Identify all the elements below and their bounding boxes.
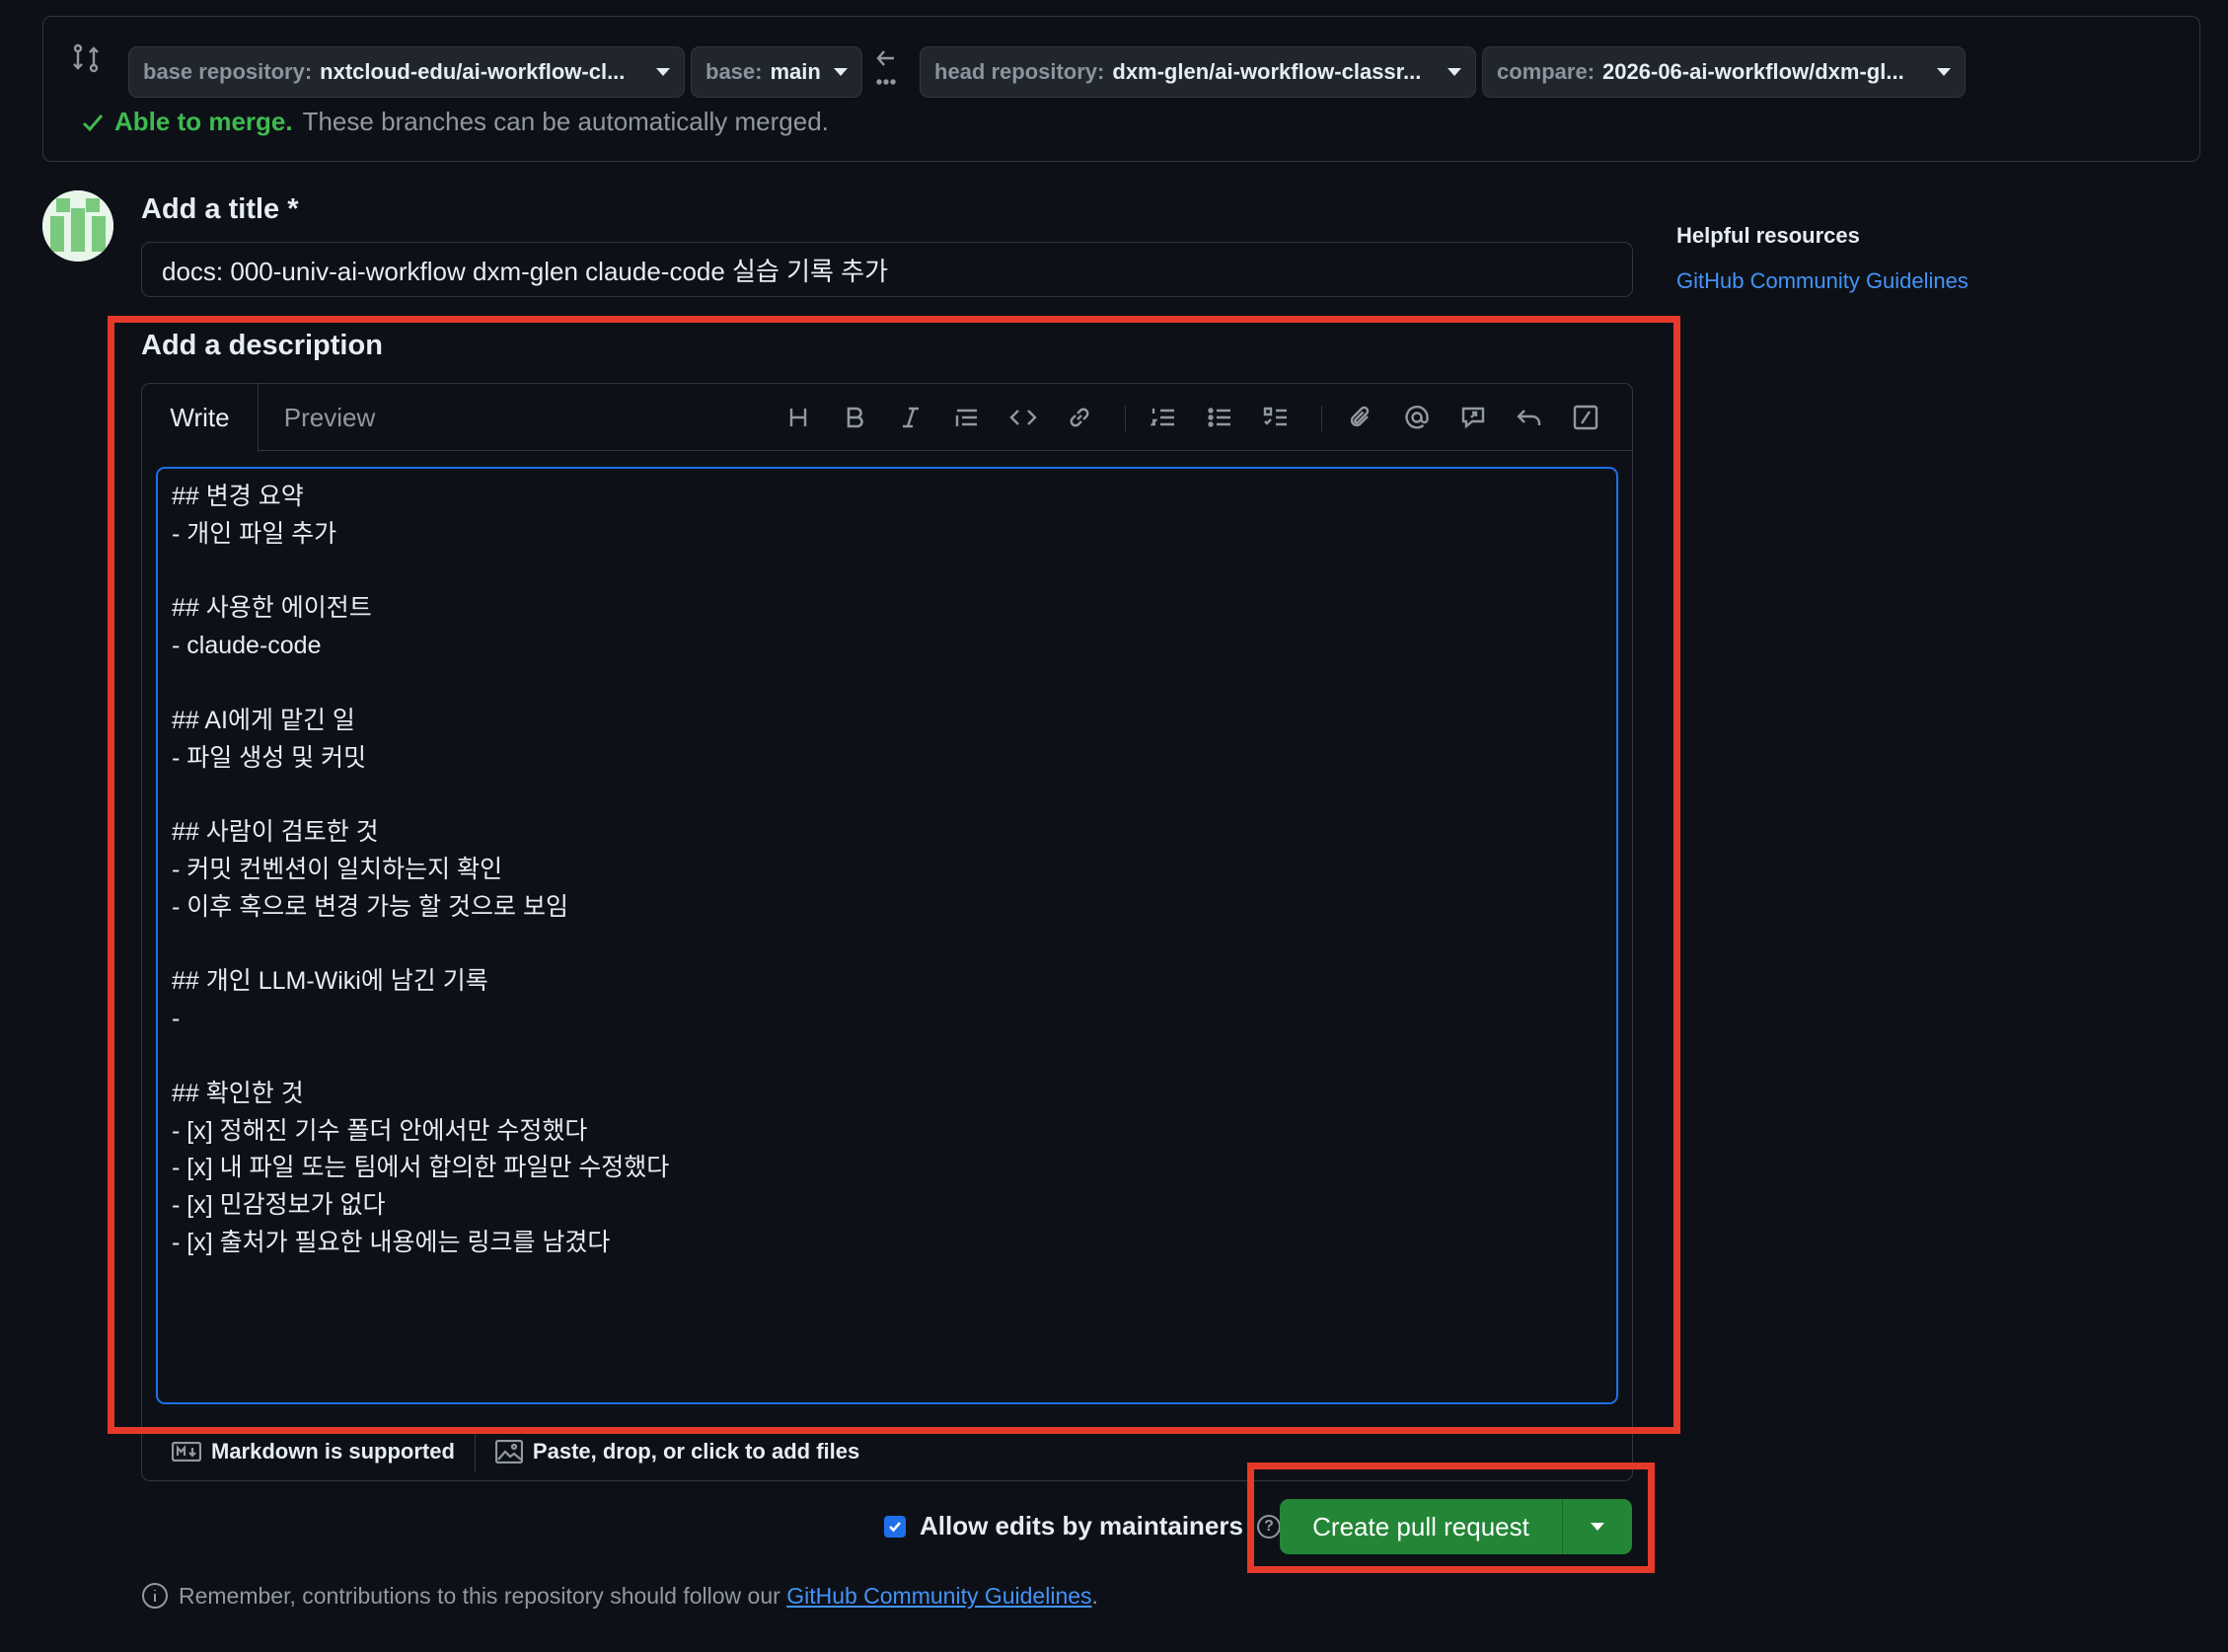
contribution-guidelines-link[interactable]: GitHub Community Guidelines	[786, 1583, 1091, 1609]
description-highlight-box	[108, 316, 1680, 1434]
footer-divider	[474, 1432, 476, 1471]
arrow-left-icon	[874, 38, 898, 94]
title-heading: Add a title *	[141, 193, 299, 225]
image-icon	[494, 1440, 523, 1464]
compare-branch-key: compare:	[1497, 59, 1596, 84]
base-branch-value: main	[770, 59, 821, 84]
helpful-resources-title: Helpful resources	[1676, 223, 1860, 248]
merge-status-label: Able to merge.	[114, 107, 293, 136]
title-input[interactable]	[141, 242, 1633, 297]
allow-edits-control[interactable]: Allow edits by maintainers ?	[884, 1511, 1281, 1541]
contribution-note-text: Remember, contributions to this reposito…	[179, 1582, 780, 1609]
base-repository-value: nxtcloud-edu/ai-workflow-cl...	[320, 59, 626, 84]
base-repository-select[interactable]: base repository: nxtcloud-edu/ai-workflo…	[128, 46, 685, 98]
compare-branch-value: 2026-06-ai-workflow/dxm-gl...	[1602, 59, 1904, 84]
contribution-note: Remember, contributions to this reposito…	[141, 1582, 1098, 1610]
base-branch-select[interactable]: base: main	[691, 46, 862, 98]
markdown-icon	[172, 1442, 201, 1462]
create-button-highlight-box	[1247, 1463, 1655, 1573]
compare-bar: base repository: nxtcloud-edu/ai-workflo…	[42, 16, 2200, 162]
allow-edits-label: Allow edits by maintainers	[920, 1511, 1243, 1540]
markdown-supported-label: Markdown is supported	[211, 1439, 455, 1464]
head-repository-select[interactable]: head repository: dxm-glen/ai-workflow-cl…	[920, 46, 1476, 98]
head-repository-value: dxm-glen/ai-workflow-classr...	[1112, 59, 1422, 84]
chevron-down-icon	[834, 68, 848, 76]
chevron-down-icon	[656, 68, 670, 76]
chevron-down-icon	[1937, 68, 1951, 76]
markdown-supported[interactable]: Markdown is supported	[172, 1439, 455, 1464]
check-icon	[82, 113, 104, 131]
allow-edits-checkbox[interactable]	[884, 1515, 906, 1538]
compare-icon	[70, 42, 102, 74]
head-repository-key: head repository:	[934, 59, 1105, 84]
contribution-note-suffix: .	[1091, 1582, 1098, 1609]
add-files-label: Paste, drop, or click to add files	[532, 1439, 860, 1464]
merge-status-message: These branches can be automatically merg…	[302, 107, 829, 136]
merge-status: Able to merge. These branches can be aut…	[81, 107, 829, 137]
info-icon	[142, 1583, 168, 1609]
avatar	[42, 190, 113, 262]
chevron-down-icon	[1448, 68, 1461, 76]
add-files[interactable]: Paste, drop, or click to add files	[494, 1439, 860, 1464]
compare-branch-select[interactable]: compare: 2026-06-ai-workflow/dxm-gl...	[1482, 46, 1966, 98]
base-branch-key: base:	[706, 59, 763, 84]
check-icon	[889, 1521, 901, 1532]
base-repository-key: base repository:	[143, 59, 313, 84]
community-guidelines-link[interactable]: GitHub Community Guidelines	[1676, 268, 1968, 294]
